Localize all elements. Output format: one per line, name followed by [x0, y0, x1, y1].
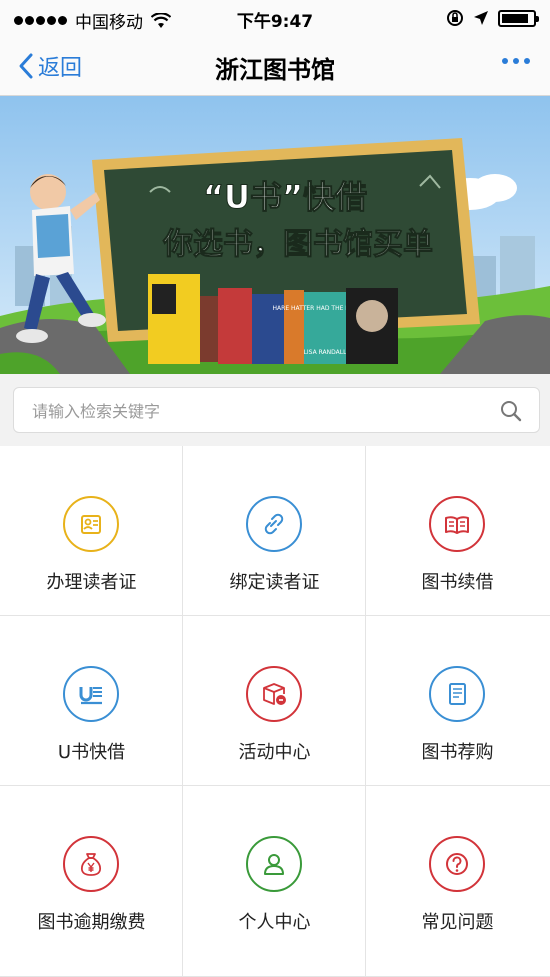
search-box[interactable] — [13, 387, 540, 433]
menu-item-personal-center[interactable]: 个人中心 — [183, 786, 366, 977]
search-input[interactable] — [32, 398, 472, 424]
battery-icon — [498, 9, 539, 27]
money-bag-icon — [63, 836, 119, 892]
menu-label: 图书逾期缴费 — [37, 912, 146, 933]
banner-headline: “U书”快借 — [203, 178, 367, 216]
status-bar: 中国移动 下午9:47 — [0, 0, 550, 36]
link-icon — [246, 496, 302, 552]
u-book-icon — [63, 666, 119, 722]
book-recommend-icon — [429, 666, 485, 722]
promo-banner[interactable]: “U书”快借 你选书，图书馆买单 HARE HATTER HAD THE DIN… — [0, 96, 550, 374]
menu-item-overdue-fee[interactable]: 图书逾期缴费 — [0, 786, 183, 977]
search-area — [0, 374, 550, 446]
banner-subline: 你选书，图书馆买单 — [162, 227, 433, 262]
book-title-2: LISA RANDALL — [304, 349, 348, 356]
menu-item-renew[interactable]: 图书续借 — [366, 446, 550, 616]
person-icon — [246, 836, 302, 892]
location-arrow-icon — [474, 11, 488, 25]
menu-label: 活动中心 — [238, 742, 311, 763]
menu-item-recommend[interactable]: 图书荐购 — [366, 616, 550, 786]
menu-label: 绑定读者证 — [229, 572, 320, 593]
open-book-icon — [429, 496, 485, 552]
menu-grid: 办理读者证 绑定读者证 图书续借 U书快借 活动中心 图书荐购 图书逾期缴费 个… — [0, 446, 550, 977]
nav-bar: 返回 浙江图书馆 — [0, 36, 550, 96]
search-icon[interactable] — [499, 399, 523, 423]
menu-item-u-book[interactable]: U书快借 — [0, 616, 183, 786]
menu-label: 常见问题 — [421, 912, 494, 933]
menu-label: 个人中心 — [238, 912, 311, 933]
banner-illustration: “U书”快借 你选书，图书馆买单 HARE HATTER HAD THE DIN… — [0, 96, 550, 374]
more-dots-icon[interactable] — [497, 58, 530, 64]
page-title: 浙江图书馆 — [215, 56, 335, 84]
menu-label: 图书续借 — [421, 572, 494, 593]
reader-card-icon — [63, 496, 119, 552]
question-icon — [429, 836, 485, 892]
menu-item-faq[interactable]: 常见问题 — [366, 786, 550, 977]
status-indicators — [446, 9, 539, 27]
menu-item-bind-card[interactable]: 绑定读者证 — [183, 446, 366, 616]
menu-label: 办理读者证 — [46, 572, 137, 593]
activity-box-icon — [246, 666, 302, 722]
menu-item-reader-card[interactable]: 办理读者证 — [0, 446, 183, 616]
menu-label: 图书荐购 — [421, 742, 494, 763]
menu-label: U书快借 — [57, 742, 126, 763]
menu-item-activity[interactable]: 活动中心 — [183, 616, 366, 786]
rotation-lock-icon — [447, 10, 463, 26]
